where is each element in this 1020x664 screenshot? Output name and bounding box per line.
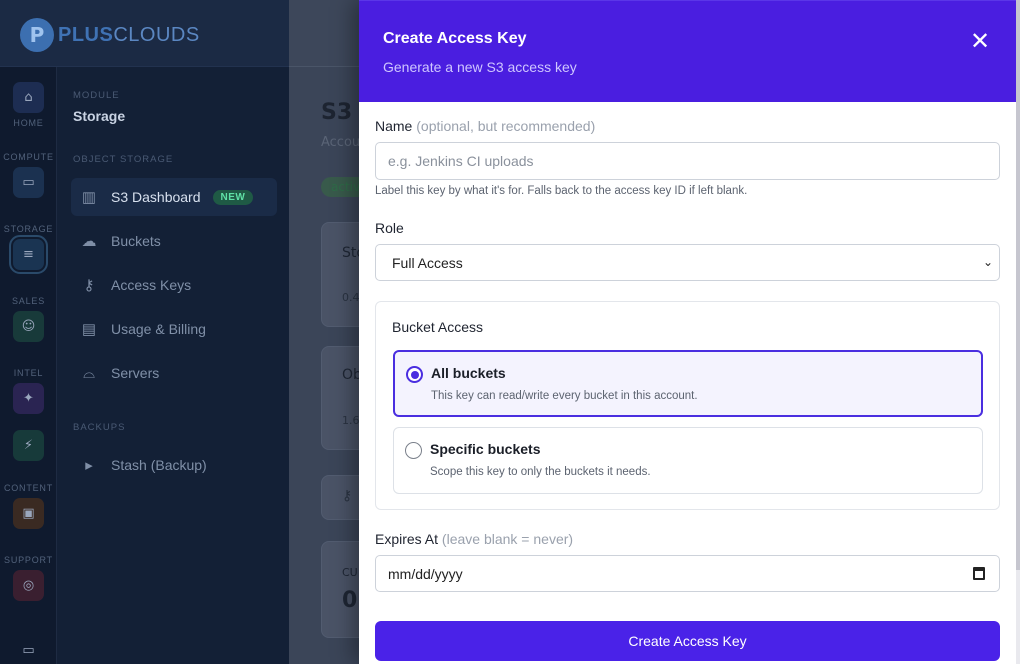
key-icon: ⚷ <box>342 488 353 504</box>
expires-date-value: mm/dd/yyyy <box>388 565 463 582</box>
sidebar-item-label: Servers <box>111 365 160 381</box>
rail-label-storage: STORAGE <box>3 224 54 234</box>
lifebuoy-icon: ◎ <box>13 570 44 601</box>
create-access-key-button[interactable]: Create Access Key <box>375 621 1000 661</box>
rail-item-compute[interactable]: COMPUTE ▭ <box>0 152 57 198</box>
role-select[interactable]: Full Access ⌄ <box>375 244 1000 281</box>
sidebar-item-label: S3 Dashboard <box>111 189 201 205</box>
rail-label-home: HOME <box>13 118 44 128</box>
option-specific-buckets[interactable]: Specific buckets Scope this key to only … <box>393 427 983 494</box>
rail-item-home[interactable]: ⌂ HOME <box>0 82 57 128</box>
expires-label-hint: (leave blank = never) <box>441 531 574 547</box>
rail-item-intel[interactable]: INTEL ✦ <box>0 368 57 414</box>
option-all-buckets[interactable]: All buckets This key can read/write ever… <box>393 350 983 417</box>
sparkle-icon: ✦ <box>13 383 44 414</box>
radio-specific-buckets[interactable] <box>405 442 422 459</box>
money-icon: ▤ <box>81 321 97 338</box>
card-value: 0.4 <box>342 291 360 304</box>
rail-label-sales: SALES <box>11 296 46 306</box>
option-title: All buckets <box>431 365 506 381</box>
terminal-icon: ▸ <box>85 457 93 474</box>
lightning-icon: ⚡ <box>13 430 44 461</box>
card-title: CU <box>342 566 358 579</box>
card-value: 1.6 <box>342 414 360 427</box>
create-access-key-drawer: Create Access Key Generate a new S3 acce… <box>359 0 1020 664</box>
monitor-icon: ▭ <box>22 643 35 658</box>
name-label-text: Name <box>375 118 413 134</box>
sidebar-item-label: Usage & Billing <box>111 321 206 337</box>
content-icon: ▣ <box>13 498 44 529</box>
name-input[interactable]: e.g. Jenkins CI uploads <box>375 142 1000 180</box>
section-backups: BACKUPS <box>73 422 126 433</box>
drawer-subtitle: Generate a new S3 access key <box>383 59 577 75</box>
calendar-icon[interactable] <box>973 567 985 580</box>
page-subtitle: Accou <box>321 135 361 150</box>
sidebar: MODULE Storage OBJECT STORAGE ▥ S3 Dashb… <box>57 67 289 664</box>
rail-item-content[interactable]: CONTENT ▣ <box>0 483 57 529</box>
sales-icon: ☺ <box>13 311 44 342</box>
section-object-storage: OBJECT STORAGE <box>73 154 174 165</box>
chevron-down-icon: ⌄ <box>982 255 993 269</box>
key-icon: ⚷ <box>83 277 95 294</box>
logo-text: PLUSCLOUDS <box>58 24 200 47</box>
new-badge: NEW <box>212 189 254 205</box>
logo-text-light: CLOUDS <box>113 23 200 46</box>
option-description: Scope this key to only the buckets it ne… <box>430 466 651 478</box>
rail-item-automation[interactable]: ⚡ <box>0 430 57 461</box>
logo[interactable]: P PLUSCLOUDS <box>20 18 200 52</box>
compute-icon: ▭ <box>13 167 44 198</box>
logo-mark: P <box>20 18 54 52</box>
expires-label: Expires At (leave blank = never) <box>375 531 573 547</box>
card-value: 0 <box>342 588 358 613</box>
rail-label-intel: INTEL <box>13 368 44 378</box>
rail-label-support: SUPPORT <box>4 555 53 565</box>
sidebar-item-stash-backup[interactable]: ▸ Stash (Backup) <box>71 446 277 484</box>
sidebar-item-label: Stash (Backup) <box>111 457 207 473</box>
rail-item-storage[interactable]: STORAGE ≡ <box>0 224 57 274</box>
sidebar-item-label: Buckets <box>111 233 161 249</box>
icon-rail: ⌂ HOME COMPUTE ▭ STORAGE ≡ SALES ☺ INTEL… <box>0 67 57 664</box>
rail-item-bottom[interactable]: ▭ <box>0 635 57 664</box>
name-label-hint: (optional, but recommended) <box>416 118 596 134</box>
drawer-header: Create Access Key Generate a new S3 acce… <box>359 0 1016 102</box>
bucket-access-label: Bucket Access <box>392 319 484 335</box>
expires-label-text: Expires At <box>375 531 439 547</box>
sidebar-item-s3-dashboard[interactable]: ▥ S3 Dashboard NEW <box>71 178 277 216</box>
bucket-access-group: Bucket Access All buckets This key can r… <box>375 301 1000 510</box>
rail-label-compute: COMPUTE <box>3 152 54 162</box>
bar-chart-icon: ▥ <box>81 189 97 206</box>
rail-item-sales[interactable]: SALES ☺ <box>0 296 57 342</box>
home-icon: ⌂ <box>13 82 44 113</box>
drawer-title: Create Access Key <box>383 30 527 47</box>
name-help-text: Label this key by what it's for. Falls b… <box>375 185 748 197</box>
rail-label-content: CONTENT <box>3 483 54 493</box>
module-name: Storage <box>73 108 126 124</box>
cloud-icon: ☁ <box>81 233 97 250</box>
option-description: This key can read/write every bucket in … <box>431 390 698 402</box>
logo-text-bold: PLUS <box>58 23 114 46</box>
rail-item-support[interactable]: SUPPORT ◎ <box>0 555 57 601</box>
sidebar-item-label: Access Keys <box>111 277 192 293</box>
scrollbar-thumb[interactable] <box>1016 0 1020 570</box>
sidebar-item-buckets[interactable]: ☁ Buckets <box>71 222 277 260</box>
brand-bar: P PLUSCLOUDS <box>0 0 289 67</box>
expires-date-input[interactable]: mm/dd/yyyy <box>375 555 1000 592</box>
name-label: Name (optional, but recommended) <box>375 118 595 134</box>
radio-all-buckets[interactable] <box>406 366 423 383</box>
role-label: Role <box>375 220 404 236</box>
option-title: Specific buckets <box>430 441 541 457</box>
sidebar-item-usage-billing[interactable]: ▤ Usage & Billing <box>71 310 277 348</box>
module-label: MODULE <box>73 90 120 101</box>
role-select-value: Full Access <box>392 254 463 271</box>
sidebar-item-access-keys[interactable]: ⚷ Access Keys <box>71 266 277 304</box>
sidebar-item-servers[interactable]: ⌓ Servers <box>71 354 277 392</box>
storage-icon: ≡ <box>9 235 48 274</box>
server-icon: ⌓ <box>83 364 95 382</box>
close-icon[interactable]: ✕ <box>969 29 991 53</box>
